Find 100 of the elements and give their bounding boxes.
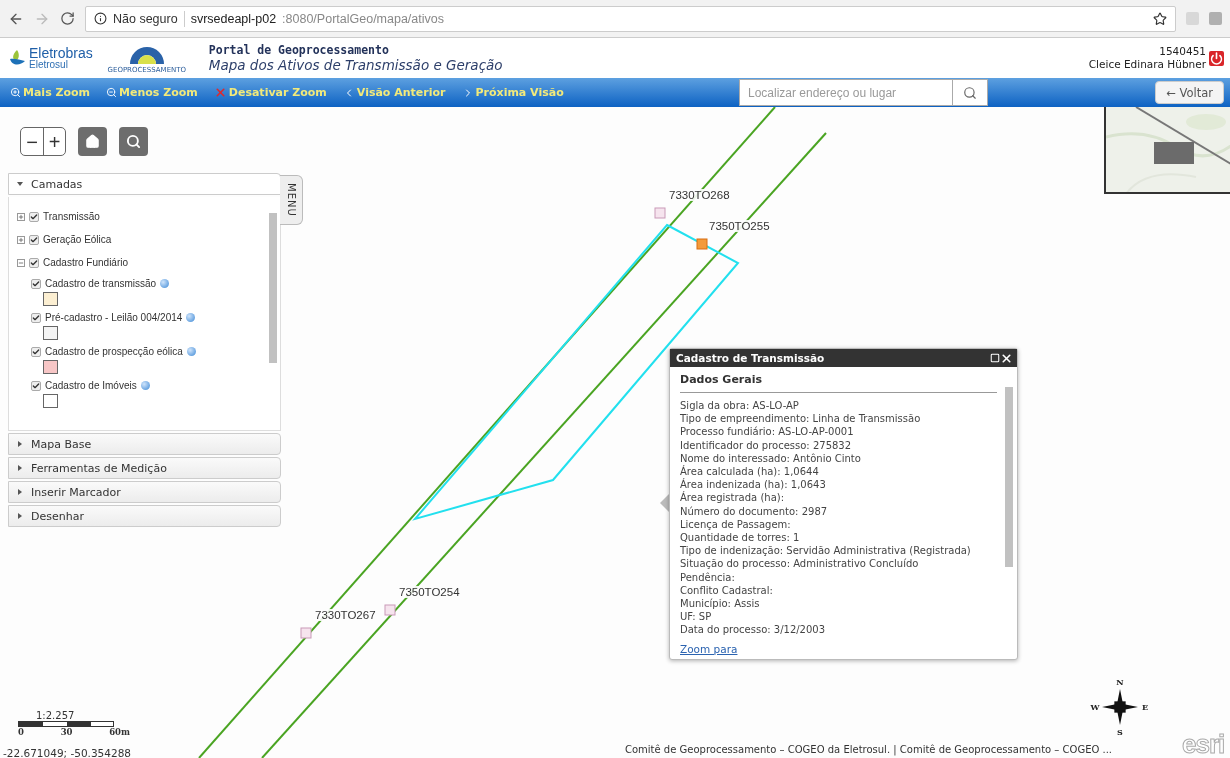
security-label: Não seguro bbox=[113, 11, 178, 26]
layer-label: Cadastro Fundiário bbox=[43, 257, 129, 268]
url-path: :8080/PortalGeo/mapa/ativos bbox=[282, 11, 444, 26]
attribute-line: UF: SP bbox=[680, 610, 713, 624]
layer-label: Pré-cadastro - Leilão 004/2014 bbox=[45, 312, 183, 323]
accordion-header[interactable]: Inserir Marcador bbox=[8, 481, 281, 503]
zoom-in-button[interactable]: + bbox=[43, 128, 65, 155]
attribute-line: Identificador do processo: 275832 bbox=[680, 438, 853, 452]
attribute-line: Sigla da obra: AS-LO-AP bbox=[680, 399, 800, 413]
layer-checkbox[interactable] bbox=[29, 211, 39, 222]
zoom-out-icon bbox=[106, 87, 118, 98]
layer-checkbox[interactable] bbox=[29, 234, 39, 245]
attribute-line: Área indenizada (ha): 1,0643 bbox=[680, 478, 827, 491]
tower-marker[interactable] bbox=[384, 604, 396, 616]
layer-label: Transmissão bbox=[43, 211, 100, 222]
search-button[interactable] bbox=[119, 127, 148, 156]
star-icon[interactable] bbox=[1153, 11, 1167, 26]
layer-checkbox[interactable] bbox=[31, 380, 41, 391]
scale-tick: 0 bbox=[18, 727, 24, 737]
section-heading: Dados Gerais bbox=[680, 373, 997, 393]
triangle-icon bbox=[18, 513, 22, 519]
power-icon[interactable] bbox=[1209, 50, 1224, 66]
search-icon bbox=[126, 134, 141, 149]
reload-icon[interactable] bbox=[60, 11, 75, 26]
zoom-link[interactable]: Zoom para bbox=[670, 643, 1017, 659]
user-id: 1540451 bbox=[1159, 45, 1206, 58]
scale-tick: 30 bbox=[60, 727, 73, 737]
compass-letter: E bbox=[1141, 702, 1149, 712]
attribute-line: Tipo de empreendimento: Linha de Transmissão bbox=[680, 412, 922, 426]
attribute-line: Licença de Passagem: bbox=[680, 517, 792, 532]
close-icon[interactable] bbox=[1000, 351, 1013, 365]
coordinates: -22.671049; -50.354288 bbox=[3, 747, 131, 758]
layer-checkbox[interactable] bbox=[29, 257, 39, 268]
map-subtitle: Mapa dos Ativos de Transmissão e Geração bbox=[208, 57, 503, 73]
info-icon[interactable] bbox=[186, 313, 196, 322]
home-button[interactable] bbox=[78, 127, 107, 156]
accordion-header[interactable]: Mapa Base bbox=[8, 433, 281, 455]
layer-checkbox[interactable] bbox=[31, 278, 41, 289]
attribute-line: Quantidade de torres: 1 bbox=[680, 531, 801, 545]
accordion-header[interactable]: Desenhar bbox=[8, 505, 281, 527]
tower-label: 7330TO268 bbox=[668, 189, 731, 201]
layer-label: Cadastro de prospecção eólica bbox=[45, 346, 183, 357]
zoom-out-button[interactable]: − bbox=[21, 128, 43, 155]
scale-ratio: 1:2.257 bbox=[36, 710, 75, 721]
info-icon bbox=[94, 12, 107, 25]
layer-label: Cadastro de Imóveis bbox=[45, 380, 137, 391]
compass-letter: W bbox=[1090, 702, 1100, 712]
menu-tab[interactable]: MENU bbox=[280, 175, 303, 225]
scale-tick: 60m bbox=[109, 727, 130, 737]
tower-label: 7330TO267 bbox=[314, 609, 377, 621]
back-button[interactable]: ← Voltar bbox=[1155, 81, 1224, 104]
accordion-header[interactable]: Ferramentas de Medição bbox=[8, 457, 281, 479]
search-button[interactable] bbox=[952, 79, 988, 106]
expand-button[interactable] bbox=[17, 212, 25, 221]
triangle-icon bbox=[18, 465, 22, 471]
attribute-line: Pendência: bbox=[680, 570, 736, 584]
search-icon bbox=[963, 85, 977, 100]
expand-button[interactable] bbox=[17, 235, 25, 244]
compass-letter: N bbox=[1116, 677, 1124, 687]
compass-letter: S bbox=[1117, 727, 1123, 737]
attribute-line: Município: Assis bbox=[680, 597, 761, 611]
triangle-icon bbox=[18, 441, 22, 447]
layer-label: Geração Eólica bbox=[43, 234, 112, 245]
triangle-icon bbox=[17, 182, 23, 186]
triangle-icon bbox=[18, 489, 22, 495]
brand-name: Eletrobras bbox=[29, 46, 93, 60]
collapse-button[interactable] bbox=[17, 258, 25, 267]
attribute-line: Nome do interessado: Antônio Cinto bbox=[680, 451, 862, 465]
attribute-line: Número do documento: 2987 bbox=[680, 504, 829, 518]
info-icon[interactable] bbox=[186, 347, 196, 356]
search-field[interactable]: Localizar endereço ou lugar bbox=[739, 79, 952, 106]
attribute-line: Tipo de indenização: Servidão Administrativa (Registrada) bbox=[680, 544, 972, 558]
layer-checkbox[interactable] bbox=[31, 312, 41, 323]
portal-title: Portal de Geoprocessamento bbox=[208, 43, 390, 57]
home-icon bbox=[85, 134, 100, 149]
address-bar[interactable]: Não seguro svrsedeapl-p02 :8080/PortalGeo/mapa/ativos bbox=[85, 5, 1176, 32]
attribute-line: Data do processo: 3/12/2003 bbox=[680, 623, 827, 637]
tower-marker[interactable] bbox=[654, 207, 666, 219]
popup-title: Cadastro de Transmissão bbox=[676, 352, 826, 364]
layer-checkbox[interactable] bbox=[31, 346, 41, 357]
tower-marker[interactable] bbox=[696, 238, 708, 250]
attribute-line: Processo fundiário: AS-LO-AP-0001 bbox=[680, 425, 855, 439]
accordion-header[interactable]: Camadas bbox=[8, 173, 281, 195]
attribute-line: Situação do processo: Administrativo Concluído bbox=[680, 557, 920, 571]
maximize-icon[interactable] bbox=[990, 353, 1000, 363]
close-icon bbox=[213, 86, 227, 99]
zoom-in-icon bbox=[10, 87, 21, 98]
tower-marker[interactable] bbox=[300, 627, 312, 639]
info-icon[interactable] bbox=[160, 279, 170, 288]
info-icon[interactable] bbox=[140, 381, 150, 390]
attribute-line: Conflito Cadastral: bbox=[680, 583, 774, 598]
tower-label: 7350TO255 bbox=[708, 220, 771, 232]
attribute-line: Área registrada (ha): bbox=[680, 491, 786, 505]
attribute-line: Área calculada (ha): 1,0644 bbox=[680, 465, 820, 478]
esri-logo: esri bbox=[1182, 729, 1225, 758]
layer-label: Cadastro de transmissão bbox=[45, 278, 157, 289]
tower-label: 7350TO254 bbox=[398, 586, 461, 598]
user-name: Cleice Edinara Hübner bbox=[1088, 58, 1206, 71]
brand-subname: Eletrosul bbox=[29, 60, 69, 70]
compass-rose-icon bbox=[1102, 689, 1138, 725]
